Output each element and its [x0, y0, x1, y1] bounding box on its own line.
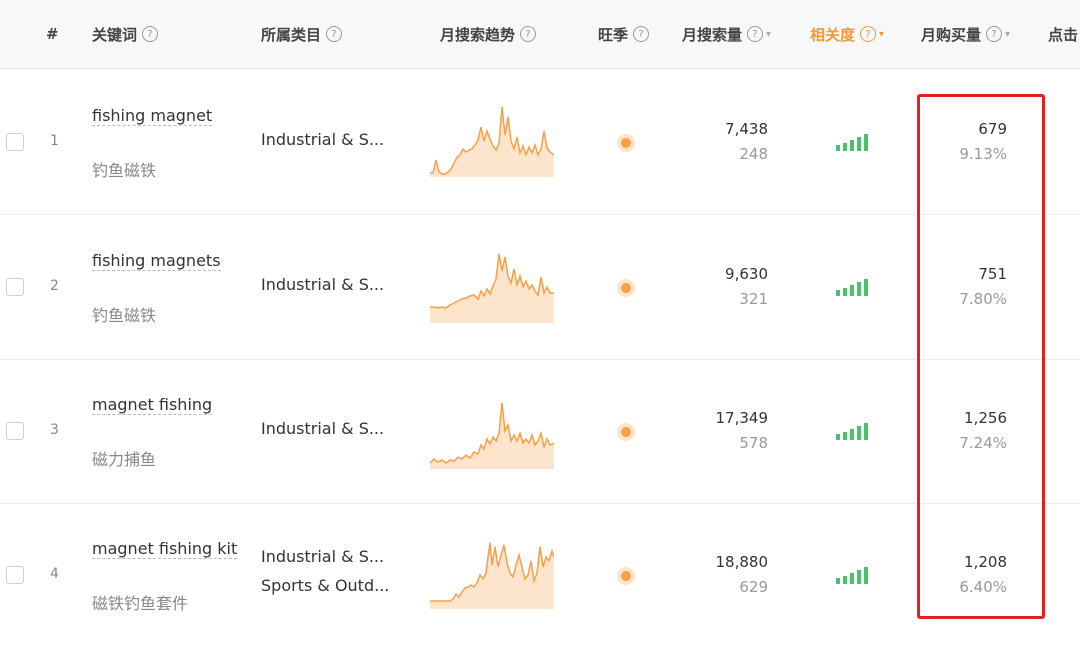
header-clicks[interactable]: 点击 [1048, 0, 1078, 68]
row-checkbox[interactable] [6, 422, 24, 440]
header-trend[interactable]: 月搜索趋势? [440, 0, 537, 68]
row-index: 2 [50, 278, 59, 294]
search-volume-sub: 321 [739, 290, 768, 308]
category-text: Industrial & S... [261, 275, 385, 294]
relevance-bars-icon [836, 566, 868, 584]
header-monthly-search[interactable]: 月搜索量? ▾ [682, 0, 771, 68]
relevance-bars-icon [836, 422, 868, 440]
keyword-link[interactable]: magnet fishing [92, 393, 238, 417]
header-category[interactable]: 所属类目? [261, 0, 343, 68]
header-keyword[interactable]: 关键词? [92, 0, 159, 68]
keyword-link[interactable]: fishing magnet [92, 104, 238, 128]
trend-sparkline[interactable] [430, 105, 554, 177]
keyword-translation: 钓鱼磁铁 [92, 161, 157, 180]
relevance-bars-icon [836, 133, 868, 151]
search-volume: 17,349 [715, 409, 769, 427]
search-volume-sub: 578 [739, 434, 768, 452]
keyword-link[interactable]: fishing magnets [92, 249, 238, 273]
header-relevance[interactable]: 相关度? ▾ [810, 0, 884, 68]
sort-chevron-icon[interactable]: ▾ [879, 29, 884, 40]
keyword-translation: 钓鱼磁铁 [92, 306, 157, 325]
help-icon[interactable]: ? [520, 26, 537, 42]
row-index: 4 [50, 566, 59, 582]
help-icon[interactable]: ? [326, 26, 343, 42]
help-icon[interactable]: ? [747, 26, 764, 42]
row-checkbox[interactable] [6, 278, 24, 296]
peak-season-dot-icon [617, 134, 635, 152]
sort-chevron-icon[interactable]: ▾ [1005, 29, 1010, 40]
category-text: Industrial & S... [261, 419, 385, 438]
search-volume-sub: 629 [739, 578, 768, 596]
search-volume: 7,438 [725, 120, 768, 138]
header-index: # [46, 25, 59, 43]
peak-season-dot-icon [617, 567, 635, 585]
table-header: # 关键词? 所属类目? 月搜索趋势? 旺季? 月搜索量? ▾ 相关度? ▾ 月购买… [0, 0, 1080, 69]
highlight-box [917, 94, 1045, 619]
row-checkbox[interactable] [6, 566, 24, 584]
sort-chevron-icon[interactable]: ▾ [766, 29, 771, 40]
row-checkbox[interactable] [6, 133, 24, 151]
trend-sparkline[interactable] [430, 537, 554, 609]
search-volume: 18,880 [715, 553, 769, 571]
search-volume: 9,630 [725, 265, 768, 283]
category-text: Industrial & S... [261, 130, 385, 149]
category-text: Industrial & S... [261, 547, 385, 566]
help-icon[interactable]: ? [142, 26, 159, 42]
header-peak-season[interactable]: 旺季? [598, 0, 650, 68]
peak-season-dot-icon [617, 423, 635, 441]
row-index: 1 [50, 133, 59, 149]
help-icon[interactable]: ? [986, 26, 1003, 42]
trend-sparkline[interactable] [430, 251, 554, 323]
peak-season-dot-icon [617, 279, 635, 297]
search-volume-sub: 248 [739, 145, 768, 163]
category-text-secondary: Sports & Outd... [261, 576, 390, 595]
help-icon[interactable]: ? [860, 26, 877, 42]
help-icon[interactable]: ? [633, 26, 650, 42]
keyword-translation: 磁铁钓鱼套件 [92, 594, 189, 613]
header-monthly-purchase[interactable]: 月购买量? ▾ [921, 0, 1010, 68]
relevance-bars-icon [836, 278, 868, 296]
keyword-translation: 磁力捕鱼 [92, 450, 157, 469]
trend-sparkline[interactable] [430, 397, 554, 469]
row-index: 3 [50, 422, 59, 438]
keyword-link[interactable]: magnet fishing kit [92, 537, 238, 561]
